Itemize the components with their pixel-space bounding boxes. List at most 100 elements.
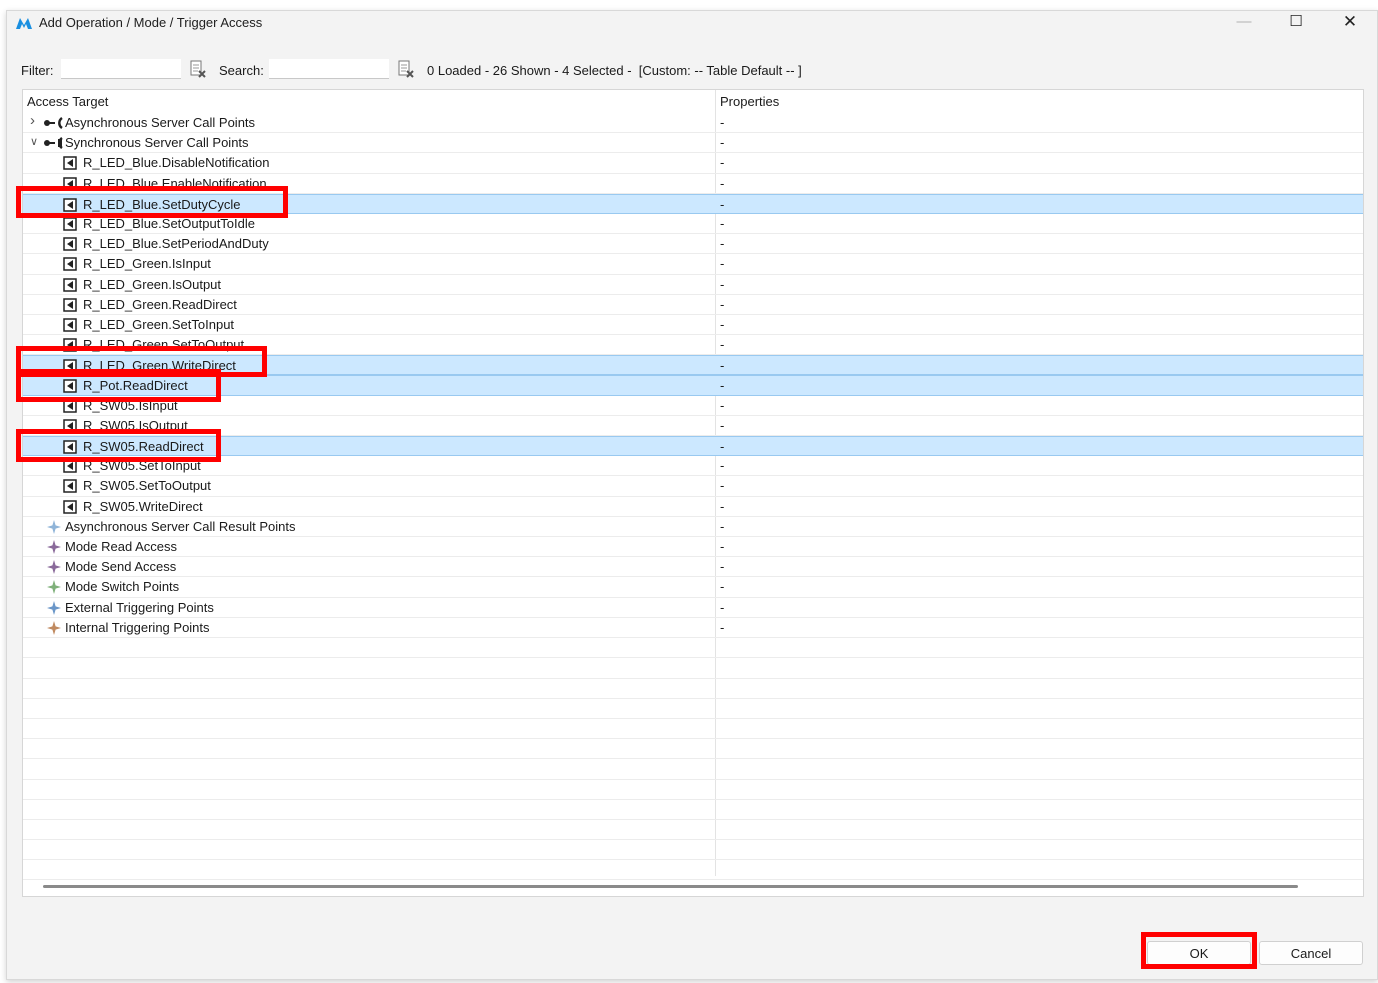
empty-row bbox=[23, 840, 1363, 861]
table-row[interactable]: Mode Send Access - bbox=[23, 557, 1363, 578]
row-label: Mode Read Access bbox=[65, 538, 178, 554]
maximize-button[interactable]: ☐ bbox=[1271, 11, 1321, 35]
operation-icon bbox=[63, 479, 77, 494]
table-row[interactable]: Mode Read Access - bbox=[23, 537, 1363, 558]
table-rows: › Asynchronous Server Call Points - ∨ Synchr… bbox=[23, 113, 1363, 638]
table-row[interactable]: › Asynchronous Server Call Points - bbox=[23, 113, 1363, 134]
external-trigger-icon bbox=[47, 600, 61, 615]
table-row[interactable]: R_Pot.ReadDirect - bbox=[23, 375, 1363, 396]
search-input[interactable] bbox=[269, 59, 389, 79]
table-row[interactable]: R_LED_Blue.DisableNotification - bbox=[23, 153, 1363, 174]
table-row[interactable]: R_SW05.SetToInput - bbox=[23, 456, 1363, 477]
empty-row bbox=[23, 759, 1363, 780]
row-label: R_SW05.ReadDirect bbox=[83, 439, 204, 454]
row-label: Internal Triggering Points bbox=[65, 619, 210, 635]
operation-icon bbox=[63, 318, 77, 332]
clear-search-icon[interactable] bbox=[397, 60, 415, 78]
minimize-button[interactable]: — bbox=[1219, 11, 1269, 35]
column-header-properties[interactable]: Properties bbox=[720, 94, 779, 109]
column-header-access-target[interactable]: Access Target bbox=[27, 94, 108, 109]
operation-icon bbox=[63, 217, 77, 231]
table-row[interactable]: R_SW05.SetToOutput - bbox=[23, 476, 1363, 497]
operation-icon bbox=[63, 398, 77, 413]
table-row[interactable]: R_LED_Blue.SetOutputToIdle - bbox=[23, 214, 1363, 235]
operation-icon bbox=[63, 440, 77, 454]
table-row[interactable]: R_LED_Green.SetToInput - bbox=[23, 315, 1363, 336]
table-row[interactable]: R_LED_Blue.SetDutyCycle - bbox=[23, 193, 1363, 214]
row-property: - bbox=[720, 175, 725, 191]
table-row[interactable]: R_LED_Blue.SetPeriodAndDuty - bbox=[23, 234, 1363, 255]
table-row[interactable]: R_LED_Green.ReadDirect - bbox=[23, 295, 1363, 315]
row-property: - bbox=[720, 236, 725, 252]
empty-row bbox=[23, 800, 1363, 820]
table-row[interactable]: R_LED_Blue.EnableNotification - bbox=[23, 174, 1363, 194]
empty-row bbox=[23, 699, 1363, 719]
row-label: R_SW05.SetToOutput bbox=[83, 478, 211, 494]
sync-server-call-icon bbox=[44, 137, 63, 150]
row-property: - bbox=[720, 559, 725, 575]
horizontal-scrollbar[interactable] bbox=[43, 885, 1298, 888]
row-label: R_LED_Blue.EnableNotification bbox=[83, 175, 267, 191]
chevron-right-icon[interactable]: › bbox=[30, 113, 40, 128]
title-bar: Add Operation / Mode / Trigger Access — … bbox=[7, 11, 1377, 37]
table-row[interactable]: R_SW05.IsOutput - bbox=[23, 416, 1363, 436]
operation-icon bbox=[63, 257, 77, 272]
empty-row bbox=[23, 658, 1363, 679]
table-row[interactable]: R_SW05.WriteDirect - bbox=[23, 497, 1363, 517]
window-title: Add Operation / Mode / Trigger Access bbox=[39, 15, 263, 30]
table-row[interactable]: R_LED_Green.IsOutput - bbox=[23, 275, 1363, 295]
clear-filter-icon[interactable] bbox=[189, 60, 207, 78]
table-row[interactable]: R_SW05.ReadDirect - bbox=[23, 436, 1363, 457]
operation-icon bbox=[63, 237, 77, 251]
empty-row bbox=[23, 860, 1363, 881]
row-label: R_LED_Blue.SetPeriodAndDuty bbox=[83, 236, 269, 252]
filter-input[interactable] bbox=[61, 59, 181, 79]
row-label: Synchronous Server Call Points bbox=[65, 135, 249, 151]
table-row[interactable]: R_LED_Green.IsInput - bbox=[23, 254, 1363, 275]
table-row[interactable]: R_SW05.IsInput - bbox=[23, 396, 1363, 416]
access-target-table: Access Target Properties › Asynchronous S… bbox=[22, 89, 1364, 897]
cancel-button[interactable]: Cancel bbox=[1259, 941, 1363, 965]
operation-icon bbox=[63, 499, 77, 514]
row-property: - bbox=[720, 538, 725, 554]
operation-icon bbox=[63, 297, 77, 312]
operation-icon bbox=[63, 198, 77, 212]
row-label: R_LED_Blue.SetOutputToIdle bbox=[83, 215, 255, 231]
empty-row bbox=[23, 638, 1363, 659]
row-property: - bbox=[720, 439, 725, 454]
row-label: R_LED_Green.SetToInput bbox=[83, 316, 235, 332]
table-row[interactable]: Asynchronous Server Call Result Points - bbox=[23, 517, 1363, 537]
row-property: - bbox=[720, 378, 725, 394]
row-label: R_LED_Green.IsOutput bbox=[83, 276, 222, 292]
row-property: - bbox=[720, 115, 725, 130]
row-property: - bbox=[720, 619, 725, 635]
table-row[interactable]: ∨ Synchronous Server Call Points - bbox=[23, 133, 1363, 154]
mode-read-icon bbox=[47, 539, 61, 554]
table-row[interactable]: R_LED_Green.SetToOutput - bbox=[23, 335, 1363, 356]
row-property: - bbox=[720, 358, 725, 374]
async-server-call-icon bbox=[44, 116, 63, 130]
empty-row bbox=[23, 820, 1363, 841]
row-property: - bbox=[720, 135, 725, 151]
row-property: - bbox=[720, 276, 725, 292]
row-label: R_SW05.IsInput bbox=[83, 397, 178, 413]
row-label: R_LED_Blue.SetDutyCycle bbox=[83, 196, 241, 212]
row-property: - bbox=[720, 498, 725, 514]
async-result-point-icon bbox=[47, 519, 61, 534]
table-row[interactable]: Internal Triggering Points - bbox=[23, 618, 1363, 638]
table-row[interactable]: R_LED_Green.WriteDirect - bbox=[23, 355, 1363, 376]
close-button[interactable]: ✕ bbox=[1325, 11, 1375, 35]
chevron-down-icon[interactable]: ∨ bbox=[30, 135, 40, 149]
operation-icon bbox=[63, 277, 77, 292]
row-property: - bbox=[720, 296, 725, 312]
ok-button[interactable]: OK bbox=[1147, 941, 1251, 965]
row-property: - bbox=[720, 215, 725, 231]
row-property: - bbox=[720, 579, 725, 595]
table-row[interactable]: External Triggering Points - bbox=[23, 598, 1363, 618]
operation-icon bbox=[63, 359, 77, 373]
filter-label: Filter: bbox=[21, 63, 54, 78]
table-header: Access Target Properties bbox=[23, 92, 1363, 112]
row-label: Asynchronous Server Call Points bbox=[65, 115, 256, 130]
row-property: - bbox=[720, 397, 725, 413]
table-row[interactable]: Mode Switch Points - bbox=[23, 577, 1363, 598]
